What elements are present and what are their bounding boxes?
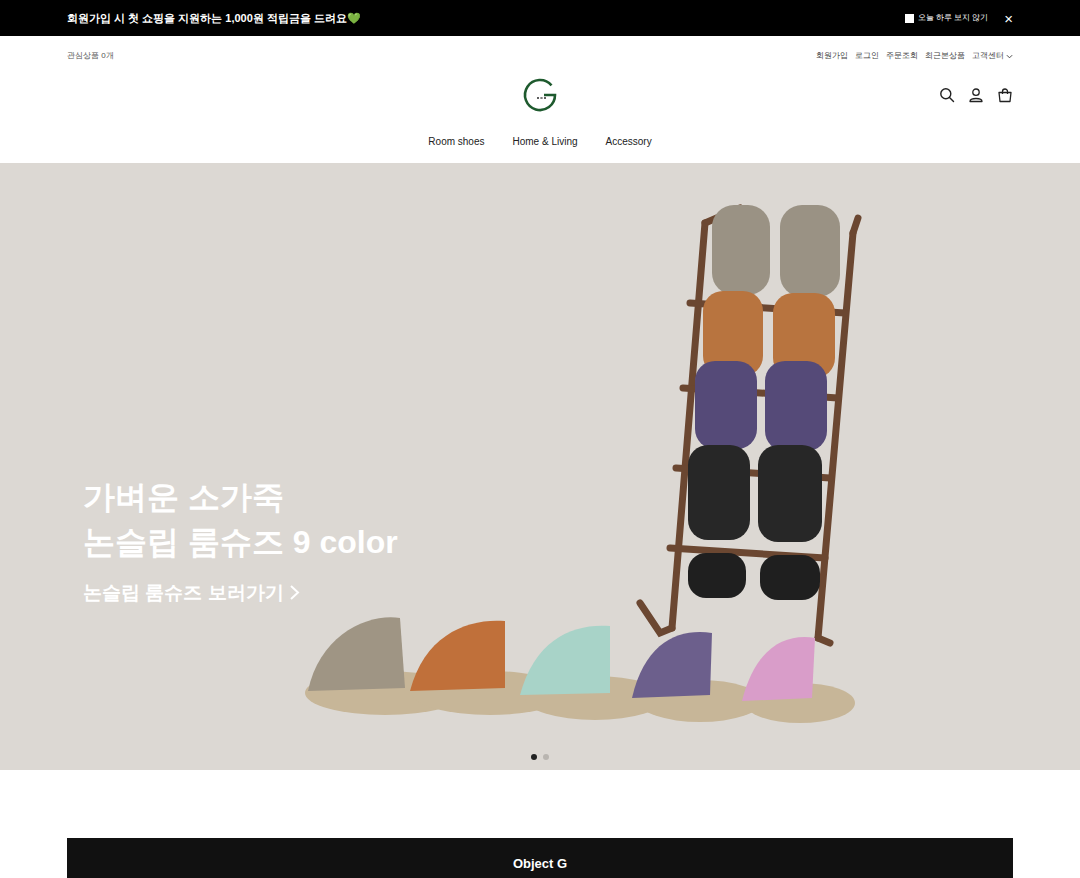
carousel-dots <box>0 754 1080 760</box>
hero-title-line: 가벼운 소가죽 <box>83 475 1080 520</box>
utility-link-label[interactable]: 고객센터 <box>972 50 1004 62</box>
search-icon[interactable] <box>939 87 955 103</box>
utility-link-label[interactable]: 최근본상품 <box>925 50 965 62</box>
hero-banner[interactable]: 가벼운 소가죽 논슬립 룸슈즈 9 color 논슬립 룸슈즈 보러가기 <box>0 163 1080 770</box>
chevron-right-icon[interactable] <box>288 584 301 601</box>
cart-icon[interactable] <box>997 87 1013 103</box>
section-title: Object G <box>67 856 1013 872</box>
utility-link[interactable]: 회원가입 <box>816 50 848 62</box>
hero-copy: 가벼운 소가죽 논슬립 룸슈즈 9 color 논슬립 룸슈즈 보러가기 <box>0 163 1080 607</box>
hero-link[interactable]: 논슬립 룸슈즈 보러가기 <box>83 579 301 608</box>
utility-link[interactable]: 고객센터 <box>972 50 1013 62</box>
utility-row: 관심상품 0개 회원가입 로그인 주문조회 최근본상품 고객센터 <box>0 36 1080 76</box>
announcement-bar: 회원가입 시 첫 쇼핑을 지원하는 1,000원 적립금을 드려요💚 오늘 하루… <box>0 0 1080 36</box>
nav-item[interactable]: Room shoes <box>428 134 484 149</box>
nav-item[interactable]: Home & Living <box>512 134 577 149</box>
utility-links: 회원가입 로그인 주문조회 최근본상품 고객센터 <box>816 50 1013 62</box>
user-icon[interactable] <box>968 87 984 103</box>
carousel-dot[interactable] <box>543 754 549 760</box>
hero-link-label[interactable]: 논슬립 룸슈즈 보러가기 <box>83 579 284 608</box>
utility-link-label[interactable]: 주문조회 <box>886 50 918 62</box>
hide-today-checkbox[interactable] <box>905 14 914 23</box>
utility-link[interactable]: 최근본상품 <box>925 50 965 62</box>
object-g-section: Object G <box>67 838 1013 878</box>
site-header: 관심상품 0개 회원가입로그인주문조회최근본상품고객센터 Room <box>0 36 1080 163</box>
nav-item[interactable]: Accessory <box>606 134 652 149</box>
utility-link-label[interactable]: 회원가입 <box>816 50 848 62</box>
hero-title-line: 논슬립 룸슈즈 9 color <box>83 520 1080 565</box>
hide-today[interactable]: 오늘 하루 보지 않기 <box>905 12 989 24</box>
logo-row <box>0 76 1080 114</box>
utility-link[interactable]: 주문조회 <box>886 50 918 62</box>
wishlist-count[interactable]: 관심상품 0개 <box>67 50 114 62</box>
utility-link-label[interactable]: 로그인 <box>855 50 879 62</box>
announcement-text: 회원가입 시 첫 쇼핑을 지원하는 1,000원 적립금을 드려요💚 <box>67 10 361 27</box>
main-nav: Room shoes Home & Living Accessory <box>0 114 1080 163</box>
announcement-controls: 오늘 하루 보지 않기 × <box>905 11 1013 26</box>
caret-down-icon[interactable] <box>1006 53 1013 60</box>
hide-today-label[interactable]: 오늘 하루 보지 않기 <box>918 12 989 24</box>
carousel-dot[interactable] <box>531 754 537 760</box>
hero-photo <box>0 163 1080 770</box>
close-button[interactable]: × <box>1004 11 1013 26</box>
utility-link[interactable]: 로그인 <box>855 50 879 62</box>
logo-icon[interactable] <box>521 76 559 114</box>
header-icons <box>559 87 1013 103</box>
